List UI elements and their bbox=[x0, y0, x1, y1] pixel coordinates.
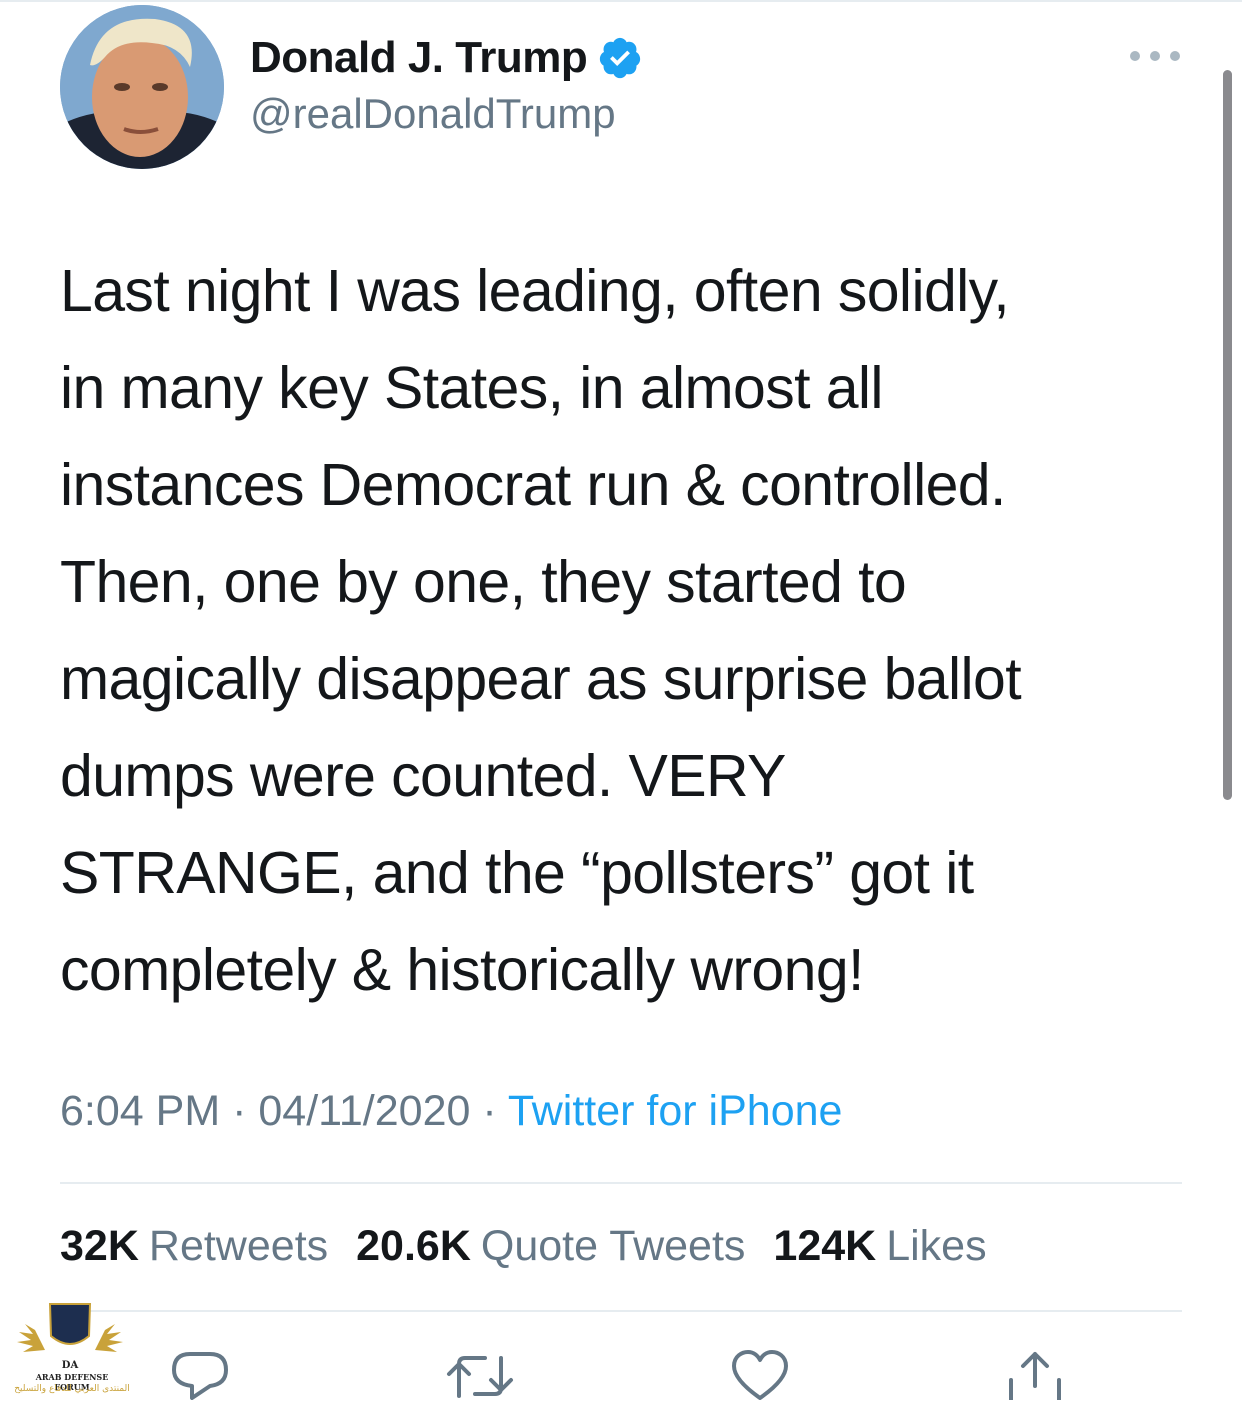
share-icon bbox=[1009, 1352, 1061, 1402]
like-button[interactable] bbox=[730, 1350, 790, 1400]
top-divider bbox=[0, 0, 1242, 2]
engagement-stats: 32K Retweets 20.6K Quote Tweets 124K Likes bbox=[60, 1222, 1015, 1271]
share-button[interactable] bbox=[1005, 1350, 1065, 1402]
avatar-image bbox=[60, 5, 224, 169]
more-options-icon[interactable] bbox=[1130, 44, 1180, 68]
author-handle[interactable]: @realDonaldTrump bbox=[250, 90, 616, 138]
heart-icon bbox=[732, 1350, 788, 1400]
divider bbox=[60, 1310, 1182, 1312]
tweet-text: Last night I was leading, often solidly,… bbox=[60, 258, 1022, 1003]
author-name-row[interactable]: Donald J. Trump bbox=[250, 30, 643, 86]
tweet-meta: 6:04 PM · 04/11/2020 · Twitter for iPhon… bbox=[60, 1087, 842, 1136]
retweet-button[interactable] bbox=[445, 1350, 513, 1400]
retweet-icon bbox=[447, 1356, 513, 1398]
quote-tweets-count: 20.6K bbox=[356, 1222, 471, 1270]
scrollbar[interactable] bbox=[1223, 70, 1232, 800]
more-dot bbox=[1130, 51, 1140, 61]
forum-logo-monogram: DA bbox=[62, 1360, 79, 1371]
quote-tweets-stat[interactable]: 20.6K Quote Tweets bbox=[356, 1222, 745, 1271]
avatar[interactable] bbox=[60, 5, 224, 169]
meta-separator: · bbox=[232, 1087, 247, 1135]
retweets-label: Retweets bbox=[148, 1222, 329, 1270]
tweet-time[interactable]: 6:04 PM bbox=[60, 1087, 220, 1135]
likes-count: 124K bbox=[773, 1222, 877, 1270]
more-dot bbox=[1150, 51, 1160, 61]
quote-tweets-label: Quote Tweets bbox=[480, 1222, 746, 1270]
more-dot bbox=[1170, 51, 1180, 61]
likes-stat[interactable]: 124K Likes bbox=[773, 1222, 986, 1271]
verified-badge-icon bbox=[600, 37, 641, 79]
forum-logo-subtitle: المنتدى العربي للدفاع والتسليح bbox=[14, 1384, 130, 1394]
likes-label: Likes bbox=[886, 1222, 987, 1270]
meta-separator: · bbox=[482, 1087, 497, 1135]
reply-icon bbox=[172, 1352, 228, 1400]
divider bbox=[60, 1182, 1182, 1184]
retweets-stat[interactable]: 32K Retweets bbox=[60, 1222, 328, 1271]
tweet-date[interactable]: 04/11/2020 bbox=[258, 1087, 470, 1135]
reply-button[interactable] bbox=[170, 1350, 230, 1400]
display-name[interactable]: Donald J. Trump bbox=[250, 33, 588, 83]
tweet-source-link[interactable]: Twitter for iPhone bbox=[508, 1087, 843, 1135]
retweets-count: 32K bbox=[60, 1222, 139, 1270]
action-bar bbox=[0, 1350, 1242, 1402]
